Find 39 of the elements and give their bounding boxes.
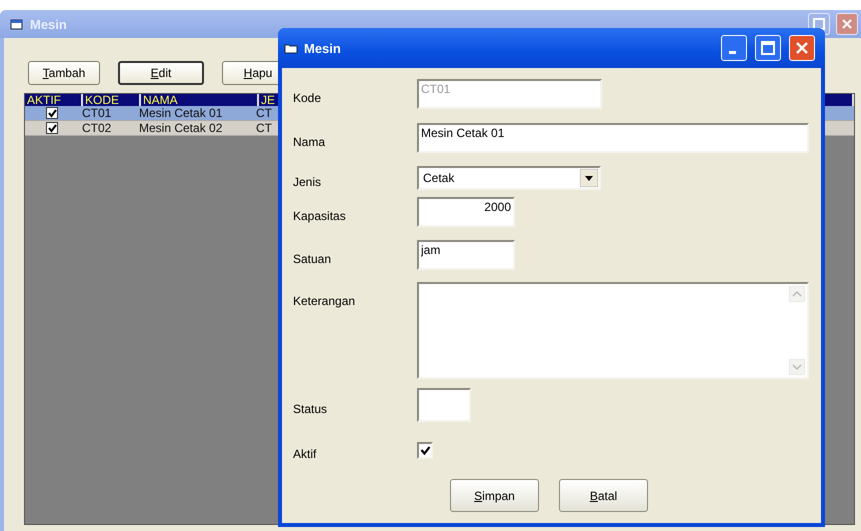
input-field[interactable]: [417, 388, 471, 422]
input-field[interactable]: Mesin Cetak 01: [417, 123, 809, 153]
window-title: Mesin: [30, 16, 68, 32]
toolbar-button[interactable]: Tambah: [28, 61, 100, 85]
field-label: Status: [293, 401, 328, 416]
text-area[interactable]: [417, 282, 809, 379]
maximize-icon: [813, 18, 825, 30]
input-field[interactable]: jam: [417, 240, 515, 270]
folder-icon: [284, 42, 298, 54]
caret-icon[interactable]: [580, 169, 598, 187]
checkbox[interactable]: [417, 442, 433, 458]
minimize-button[interactable]: [721, 35, 747, 61]
dropdown[interactable]: Cetak: [417, 166, 601, 190]
table-cell-text: CT01: [81, 106, 112, 120]
close-button[interactable]: [836, 13, 858, 35]
field-label: Jenis: [293, 174, 322, 189]
window-icon: [10, 18, 24, 30]
close-icon: [841, 18, 853, 30]
dialog-title: Mesin: [304, 40, 342, 56]
close-icon: [795, 41, 809, 55]
field-label: Kapasitas: [293, 208, 347, 223]
table-cell-text: CT: [255, 106, 273, 120]
field-label: Nama: [293, 134, 326, 149]
field-label: Aktif: [293, 446, 318, 461]
field-label: Keterangan: [293, 293, 356, 308]
field-label: Kode: [293, 90, 322, 105]
dialog-button[interactable]: Batal: [559, 479, 648, 512]
input-field[interactable]: 2000: [417, 197, 515, 227]
table-cell-text: CT02: [81, 121, 112, 135]
table-cell-text: CT: [255, 121, 273, 135]
dialog-button[interactable]: Simpan: [450, 479, 539, 512]
table-cell-text: Mesin Cetak 01: [138, 106, 224, 120]
checkbox[interactable]: [46, 122, 58, 134]
toolbar-button[interactable]: Edit: [118, 61, 204, 85]
table-cell-text: Mesin Cetak 02: [138, 121, 224, 135]
checkbox[interactable]: [46, 107, 58, 119]
field-label: Satuan: [293, 251, 332, 266]
minimize-icon: [728, 51, 736, 54]
maximize-icon: [761, 41, 775, 55]
